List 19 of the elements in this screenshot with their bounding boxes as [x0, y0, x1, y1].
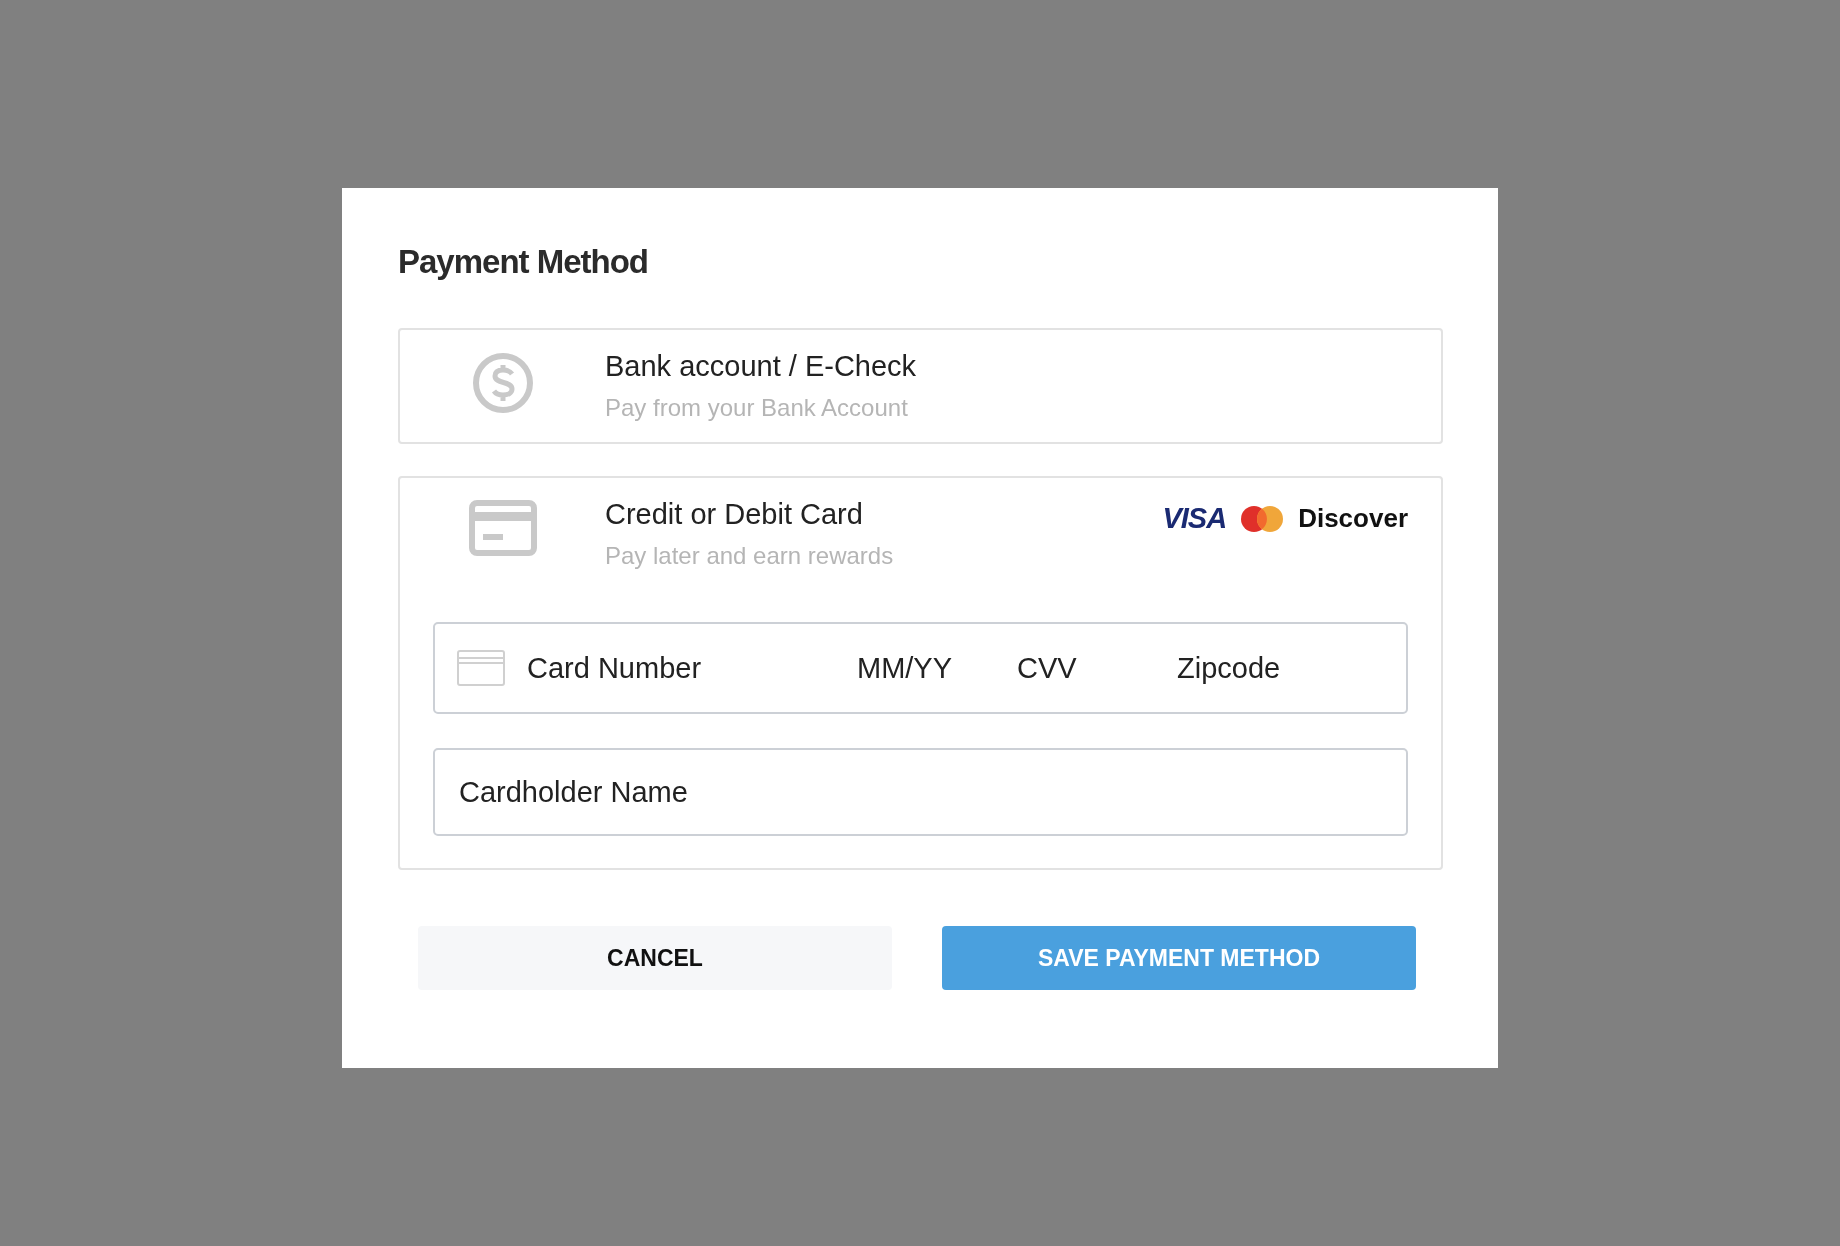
zipcode-field[interactable]: Zipcode — [1177, 645, 1337, 691]
discover-logo: Discover — [1298, 503, 1408, 534]
mastercard-logo-icon — [1240, 504, 1285, 533]
option-title: Credit or Debit Card — [605, 497, 864, 532]
cvv-field[interactable]: CVV — [1017, 645, 1177, 691]
option-subtitle: Pay later and earn rewards — [605, 541, 895, 571]
dialog-title: Payment Method — [398, 242, 650, 282]
cardholder-name-field[interactable]: Cardholder Name — [433, 748, 1408, 836]
payment-option[interactable]: Credit or Debit Card Pay later and earn rewards VISA Discover Card Number MM/YY CVV Zipcode Cardholder Name — [398, 476, 1443, 870]
option-subtitle: Pay from your Bank Account — [605, 393, 909, 423]
expiry-field[interactable]: MM/YY — [857, 645, 1017, 691]
payment-option[interactable]: Bank account / E-Check Pay from your Bank Account — [398, 328, 1443, 444]
option-title: Bank account / E-Check — [605, 349, 918, 384]
card-number-field[interactable]: Card Number — [527, 645, 857, 691]
credit-card-icon — [468, 500, 537, 556]
visa-logo: VISA — [1162, 502, 1227, 535]
dollar-icon — [471, 352, 534, 414]
cancel-button[interactable]: CANCEL — [418, 926, 892, 990]
credit-card-icon — [457, 650, 505, 686]
